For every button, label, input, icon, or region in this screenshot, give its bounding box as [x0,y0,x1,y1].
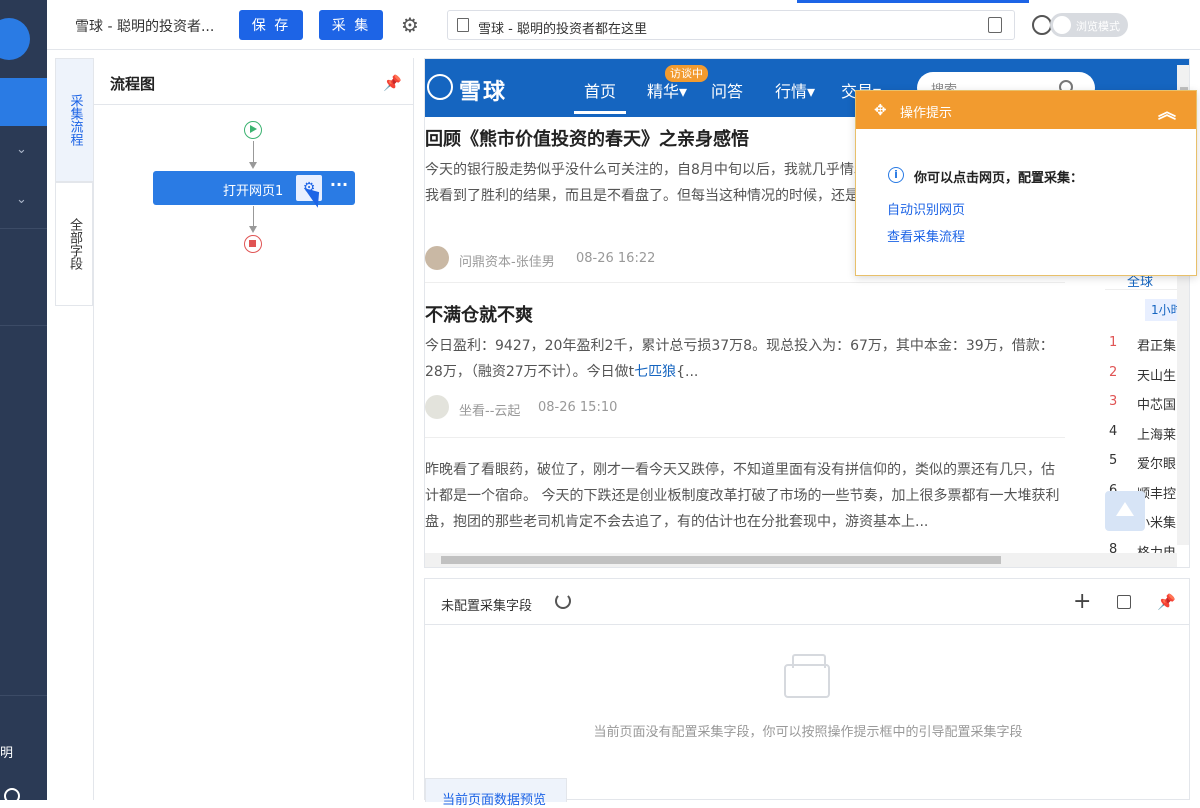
hot-stock-rank: 4 [1109,423,1118,439]
edit-url-icon[interactable] [988,17,1002,33]
tip-header[interactable]: ✥ 操作提示 ︽ [856,91,1196,129]
flow-end-icon[interactable] [244,235,262,253]
url-bar[interactable]: 雪球 - 聪明的投资者都在这里 [447,10,1015,40]
flow-connector [253,206,254,227]
preview-tab-label: 当前页面数据预览 [442,793,547,808]
nav-home[interactable]: 首页 [573,78,627,114]
hot-stock-name[interactable]: 上海莱 [1137,424,1176,443]
nav-qa[interactable]: 问答 [711,78,743,102]
tip-title: 操作提示 [900,106,953,121]
article-item[interactable]: 不满仓就不爽 今日盈利：9427，20年盈利2千，累计总亏损37万8。现总投入为… [425,301,1065,421]
sidebar-divider [0,695,47,696]
tab-collect-flow[interactable]: 采集流程 [55,58,93,182]
chevron-down-icon[interactable]: ⌄ [16,142,27,157]
chevron-down-icon[interactable]: ⌄ [16,192,27,207]
article-body-tail: {... [676,364,699,380]
flow-node-label: 打开网页1 [223,184,284,199]
hot-stock-rank: 1 [1109,335,1118,350]
sidebar-divider [0,325,47,326]
article-body: 今日盈利：9427，20年盈利2千，累计总亏损37万8。现总投入为：67万，其中… [425,333,1065,385]
article-divider [425,282,1065,283]
hot-stock-name[interactable]: 君正集 [1137,335,1176,354]
info-icon: i [888,167,904,183]
interview-badge: 访谈中 [665,65,708,82]
back-to-top-button[interactable] [1105,491,1145,531]
tip-message: 你可以点击网页，配置采集： [914,171,1084,186]
empty-message: 当前页面没有配置采集字段，你可以按照操作提示框中的引导配置采集字段 [593,725,1023,740]
nav-market[interactable]: 行情▾ [775,78,815,102]
copy-settings-icon[interactable] [1117,595,1131,609]
task-title: 雪球 - 聪明的投资者... [75,19,215,35]
view-flow-link[interactable]: 查看采集流程 [887,226,965,245]
hot-stock-rank: 5 [1109,453,1118,468]
article-time: 08-26 15:10 [538,400,618,415]
article-item[interactable]: 昨晚看了看眼药，破位了，刚才一看今天又跌停，不知道里面有没有拼信仰的，类似的票还… [425,457,1065,535]
save-button[interactable]: 保 存 [239,10,303,40]
pin-icon[interactable]: 📌 [1157,593,1176,611]
sidebar-bottom-label[interactable]: 明 [0,742,13,761]
hot-stock-name[interactable]: 中芯国 [1137,394,1176,413]
help-icon[interactable] [4,788,20,804]
flowchart-header: 流程图 📌 [94,58,413,105]
pin-icon[interactable]: 📌 [383,74,402,92]
avatar[interactable] [425,246,449,270]
xueqiu-logo-icon[interactable] [427,74,453,100]
more-options-icon[interactable]: ··· [328,174,350,200]
vertical-tabs: 采集流程 全部字段 [55,58,93,308]
flow-start-icon[interactable] [244,121,262,139]
tab-data-preview[interactable]: 当前页面数据预览 [425,778,567,808]
sidebar-item-active[interactable] [0,78,47,126]
empty-inbox-icon [784,654,830,698]
article-body: 昨晚看了看眼药，破位了，刚才一看今天又跌停，不知道里面有没有拼信仰的，类似的票还… [425,462,1060,530]
operation-tip-popup: ✥ 操作提示 ︽ i 你可以点击网页，配置采集： 自动识别网页 查看采集流程 [855,90,1197,276]
add-icon[interactable]: + [1073,589,1091,614]
flowchart-panel: 流程图 📌 打开网页1 ⚙ ··· [93,58,414,800]
avatar[interactable] [425,395,449,419]
sidebar-divider [0,228,47,229]
article-body-text: 今日盈利：9427，20年盈利2千，累计总亏损37万8。现总投入为：67万，其中… [425,338,1054,380]
article-author[interactable]: 问鼎资本-张佳男 [459,251,555,270]
refresh-icon[interactable] [555,593,571,609]
top-toolbar: 雪球 - 聪明的投资者... 保 存 采 集 ⚙ 雪球 - 聪明的投资者都在这里… [47,0,1200,50]
top-accent-bar [797,0,1029,3]
url-text: 雪球 - 聪明的投资者都在这里 [478,22,647,37]
app-sidebar: ⌄ ⌄ 明 [0,0,47,804]
horizontal-scrollbar[interactable] [425,553,1177,567]
article-time: 08-26 16:22 [576,251,656,266]
flowchart-title: 流程图 [110,75,156,93]
move-icon[interactable]: ✥ [874,101,887,119]
fields-panel: 未配置采集字段 + 📌 当前页面没有配置采集字段，你可以按照操作提示框中的引导配… [424,578,1190,808]
hot-stock-rank: 2 [1109,364,1118,380]
collapse-icon[interactable]: ︽ [1158,98,1176,124]
article-divider [425,437,1065,438]
browse-mode-toggle[interactable]: 浏览模式 [1050,13,1128,37]
xueqiu-logo-text[interactable]: 雪球 [459,74,507,106]
fields-title: 未配置采集字段 [441,599,533,614]
collect-button[interactable]: 采 集 [319,10,383,40]
flow-arrow-icon [249,226,257,233]
hot-stock-name[interactable]: 爱尔眼 [1137,453,1176,472]
browse-mode-label: 浏览模式 [1076,20,1120,33]
app-logo[interactable] [0,18,30,60]
auto-detect-link[interactable]: 自动识别网页 [887,199,965,218]
scrollbar-thumb[interactable] [441,556,1001,564]
toggle-knob [1053,16,1071,34]
article-author[interactable]: 坐看--云起 [459,400,520,419]
page-icon [457,18,469,32]
article-meta: 坐看--云起 08-26 15:10 [425,395,1065,421]
settings-gear-icon[interactable]: ⚙ [399,14,421,36]
article-title[interactable]: 不满仓就不爽 [425,301,1065,327]
refresh-icon[interactable] [1032,15,1052,35]
tab-all-fields[interactable]: 全部字段 [55,182,93,306]
hot-stock-rank: 3 [1109,394,1118,409]
hot-stock-name[interactable]: 天山生 [1137,365,1176,384]
flow-connector [253,141,254,163]
fields-header: 未配置采集字段 + 📌 [425,579,1189,625]
stock-link[interactable]: 七匹狼 [634,364,676,380]
flow-arrow-icon [249,162,257,169]
